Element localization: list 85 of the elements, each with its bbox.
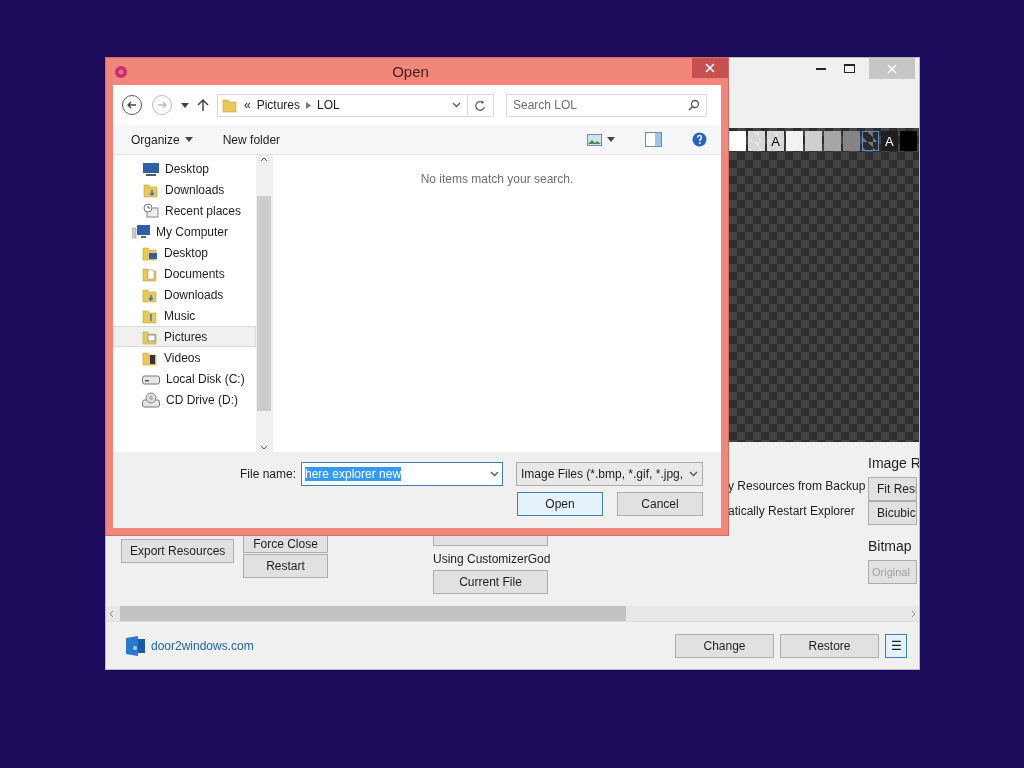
scroll-up-icon[interactable] bbox=[260, 157, 268, 162]
help-icon[interactable] bbox=[692, 132, 707, 147]
empty-message: No items match your search. bbox=[420, 172, 574, 188]
color-swatch[interactable] bbox=[729, 131, 747, 151]
search-field[interactable]: Search LOL bbox=[506, 93, 707, 117]
nav-item[interactable]: Downloads bbox=[113, 284, 256, 305]
nav-item[interactable]: Local Disk (C:) bbox=[113, 368, 256, 389]
up-arrow-icon[interactable] bbox=[197, 98, 209, 112]
nav-item[interactable]: Desktop bbox=[113, 158, 256, 179]
close-icon bbox=[705, 63, 715, 73]
nav-item[interactable]: Pictures bbox=[113, 326, 256, 347]
breadcrumb-overflow[interactable]: « bbox=[244, 98, 251, 112]
export-button[interactable]: Export Resources bbox=[121, 539, 235, 563]
color-swatch[interactable] bbox=[823, 131, 842, 151]
folder-icon bbox=[222, 97, 238, 113]
option-label: atically Restart Explorer bbox=[728, 504, 855, 518]
preview-pane-icon[interactable] bbox=[645, 132, 662, 147]
nav-item[interactable]: Downloads bbox=[113, 179, 256, 200]
footer-button[interactable]: Change bbox=[675, 633, 774, 658]
nav-item[interactable]: Desktop bbox=[113, 242, 256, 263]
horizontal-scrollbar[interactable] bbox=[106, 606, 919, 621]
nav-item[interactable]: Documents bbox=[113, 263, 256, 284]
caret-icon bbox=[607, 137, 615, 142]
scroll-left-icon[interactable] bbox=[109, 609, 114, 618]
action-button[interactable]: Restart bbox=[243, 554, 328, 578]
color-swatch[interactable] bbox=[785, 131, 804, 151]
nav-item[interactable]: CD Drive (D:) bbox=[113, 389, 256, 410]
folder-icon bbox=[142, 349, 158, 366]
minimize-icon bbox=[816, 67, 826, 70]
field-label: File name: bbox=[239, 467, 296, 481]
color-swatch[interactable] bbox=[861, 131, 880, 151]
folder-icon bbox=[142, 244, 158, 261]
breadcrumb-item[interactable]: LOL bbox=[317, 98, 340, 112]
cd-drive-icon bbox=[142, 391, 160, 408]
nav-item[interactable]: Videos bbox=[113, 347, 256, 368]
search-icon bbox=[688, 99, 700, 111]
caret-icon bbox=[181, 102, 189, 108]
color-swatch[interactable] bbox=[804, 131, 823, 151]
folder-icon bbox=[142, 307, 158, 324]
breadcrumb-item[interactable]: Pictures bbox=[256, 98, 301, 112]
view-icon[interactable] bbox=[587, 133, 602, 146]
close-button[interactable] bbox=[692, 58, 728, 78]
nav-item[interactable]: Recent places bbox=[113, 200, 256, 221]
current-file-button[interactable]: Current File bbox=[433, 570, 548, 594]
window-title: Open bbox=[391, 63, 430, 80]
scroll-right-icon[interactable] bbox=[911, 609, 916, 618]
chevron-icon bbox=[306, 101, 312, 109]
back-icon[interactable] bbox=[121, 94, 143, 116]
color-swatch[interactable] bbox=[899, 131, 918, 151]
menu-button[interactable]: ☰ bbox=[885, 633, 907, 658]
computer-icon bbox=[132, 223, 150, 240]
caret-icon bbox=[184, 137, 193, 142]
nav-item[interactable]: Music bbox=[113, 305, 256, 326]
logo-icon bbox=[126, 635, 145, 656]
dialog-button[interactable]: Cancel bbox=[617, 492, 703, 516]
scroll-down-icon[interactable] bbox=[260, 445, 268, 450]
resize-button[interactable]: Bicubic bbox=[868, 501, 917, 525]
close-icon bbox=[887, 63, 897, 74]
vertical-scrollbar[interactable] bbox=[256, 155, 272, 452]
color-swatch[interactable] bbox=[747, 131, 766, 151]
monitor-icon bbox=[143, 161, 159, 176]
folder-icon bbox=[142, 265, 158, 282]
maximize-icon bbox=[843, 64, 855, 73]
new-folder-button[interactable]: New folder bbox=[222, 132, 281, 147]
section-label: Using CustomizerGod bbox=[433, 552, 551, 566]
section-title: Bitmap bbox=[868, 538, 912, 554]
organize-menu[interactable]: Organize bbox=[131, 132, 193, 147]
website-link[interactable]: door2windows.com bbox=[151, 638, 254, 653]
folder-icon bbox=[142, 328, 158, 345]
dialog-button[interactable]: Open bbox=[517, 492, 603, 516]
address-bar[interactable]: « Pictures LOL bbox=[217, 93, 494, 117]
dropdown-icon bbox=[452, 102, 461, 108]
clock-icon bbox=[143, 202, 159, 219]
folder-icon bbox=[142, 286, 158, 303]
caret-icon bbox=[689, 471, 698, 477]
nav-item[interactable]: My Computer bbox=[113, 221, 256, 242]
footer-button[interactable]: Restore bbox=[780, 633, 879, 658]
caret-icon bbox=[490, 471, 499, 477]
color-swatch[interactable]: A bbox=[766, 131, 785, 151]
color-swatch[interactable] bbox=[842, 131, 861, 151]
resize-button[interactable]: Fit Resi bbox=[868, 477, 917, 501]
folder-icon bbox=[143, 181, 159, 198]
color-swatch[interactable]: A bbox=[880, 131, 899, 151]
app-icon bbox=[113, 63, 129, 80]
file-type-dropdown[interactable]: Image Files (*.bmp, *.gif, *.jpg, bbox=[516, 462, 703, 486]
